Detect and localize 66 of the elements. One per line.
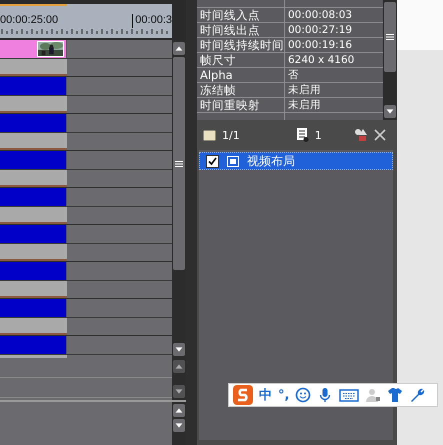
audio-clip[interactable] bbox=[0, 244, 67, 261]
audio-clip[interactable] bbox=[0, 96, 67, 113]
keyboard-icon[interactable] bbox=[339, 387, 360, 403]
property-value: 00:00:27:19 bbox=[287, 23, 352, 37]
scroll-thumb[interactable] bbox=[384, 2, 396, 72]
input-mode-toggle[interactable]: 中 bbox=[259, 386, 272, 404]
audio-clip[interactable] bbox=[0, 170, 67, 187]
shirt-icon[interactable] bbox=[387, 387, 404, 403]
punctuation-toggle[interactable]: °, bbox=[278, 388, 290, 402]
property-value: 未启用 bbox=[287, 98, 321, 112]
property-name: 时间线持续时间 bbox=[197, 38, 285, 52]
property-value: 00:00:08:03 bbox=[287, 8, 352, 22]
scroll-up-button[interactable] bbox=[173, 404, 185, 417]
scroll-down-button[interactable] bbox=[173, 419, 185, 432]
scrollbar[interactable] bbox=[383, 0, 397, 120]
wrench-icon[interactable] bbox=[409, 387, 426, 403]
timeline-clip[interactable] bbox=[0, 336, 67, 354]
checkbox[interactable] bbox=[206, 154, 219, 168]
timecode-label: 00:00:3 bbox=[132, 14, 172, 28]
scroll-down-button[interactable] bbox=[173, 343, 185, 356]
timeline-clip[interactable] bbox=[0, 40, 67, 58]
audio-clip[interactable] bbox=[0, 207, 67, 224]
scroll-down-button[interactable] bbox=[384, 105, 396, 118]
document-icon[interactable] bbox=[296, 128, 309, 142]
timeline-clip[interactable] bbox=[0, 225, 67, 243]
timeline-clip[interactable] bbox=[0, 77, 67, 95]
property-value: 6240 x 4160 bbox=[287, 53, 354, 67]
scroll-down-button[interactable] bbox=[173, 385, 185, 398]
audio-clip[interactable] bbox=[0, 59, 67, 76]
header-strip bbox=[397, 0, 443, 50]
property-value: 未启用 bbox=[287, 83, 321, 97]
effect-label: 视频布局 bbox=[247, 152, 295, 170]
timeline-clip[interactable] bbox=[0, 151, 67, 169]
audio-clip[interactable] bbox=[0, 318, 67, 335]
timeline-clip[interactable] bbox=[0, 299, 67, 317]
effect-item[interactable]: 视频布局 bbox=[199, 152, 393, 170]
property-value: 否 bbox=[287, 68, 299, 82]
scroll-up-button[interactable] bbox=[173, 360, 185, 373]
scroll-up-button[interactable] bbox=[173, 42, 185, 55]
close-icon[interactable] bbox=[374, 129, 386, 141]
audio-clip[interactable] bbox=[0, 133, 67, 150]
scrollbar[interactable] bbox=[172, 358, 186, 400]
layout-icon bbox=[227, 156, 239, 166]
film-icon[interactable] bbox=[203, 130, 216, 140]
scrollbar[interactable] bbox=[172, 40, 186, 358]
property-name: 时间线入点 bbox=[197, 8, 285, 22]
property-value: 00:00:19:16 bbox=[287, 38, 352, 52]
effect-count: 1 bbox=[314, 128, 322, 142]
timeline-clip[interactable] bbox=[0, 188, 67, 206]
property-name: 时间重映射 bbox=[197, 98, 285, 112]
page-indicator: 1/1 bbox=[222, 128, 240, 142]
grip-icon bbox=[175, 160, 183, 166]
property-name: 时间线出点 bbox=[197, 23, 285, 37]
grip-icon bbox=[386, 34, 394, 40]
shapes-icon[interactable] bbox=[354, 128, 368, 142]
property-name: 冻结帧 bbox=[197, 83, 285, 97]
property-name: Alpha bbox=[197, 68, 285, 82]
user-icon[interactable] bbox=[365, 387, 382, 403]
smiley-icon[interactable] bbox=[295, 387, 312, 403]
timeline-clip[interactable] bbox=[0, 262, 67, 280]
ime-logo-icon[interactable] bbox=[233, 385, 253, 405]
timecode-label: 00:00:25:00 bbox=[0, 14, 58, 28]
scroll-thumb[interactable] bbox=[173, 57, 185, 270]
audio-clip[interactable] bbox=[0, 281, 67, 298]
timeline-clip[interactable] bbox=[0, 114, 67, 132]
property-name: 帧尺寸 bbox=[197, 53, 285, 67]
